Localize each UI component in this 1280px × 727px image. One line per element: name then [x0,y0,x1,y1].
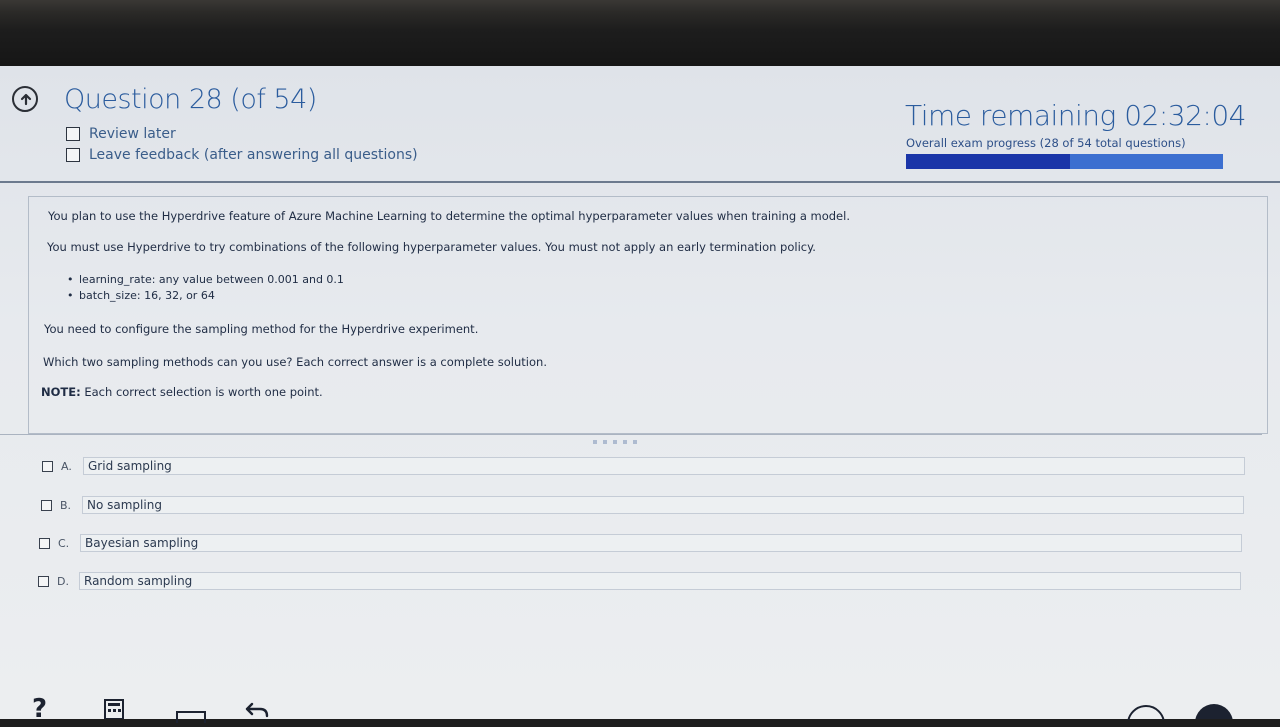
next-button-icon[interactable] [1194,703,1234,727]
question-line-1: You plan to use the Hyperdrive feature o… [48,209,850,223]
progress-bar [906,154,1223,169]
progress-bar-fill [906,154,1071,169]
checkbox-icon[interactable] [66,148,80,162]
monitor-bezel [0,0,1280,70]
drag-handle-icon[interactable] [593,440,637,444]
checkbox-icon[interactable] [42,460,53,472]
option-letter: B. [60,498,72,512]
zoom-icon[interactable] [1126,704,1166,727]
option-text[interactable]: Random sampling [79,572,1241,590]
undo-icon[interactable] [244,700,270,724]
answer-divider [0,434,1262,435]
bullet-item: batch_size: 16, 32, or 64 [67,289,215,302]
question-line-4: Which two sampling methods can you use? … [43,355,547,369]
back-arrow-icon[interactable] [12,86,38,112]
question-title: Question 28 (of 54) [64,84,317,115]
bullet-item: learning_rate: any value between 0.001 a… [67,273,344,286]
option-letter: D. [57,574,69,588]
progress-label: Overall exam progress (28 of 54 total qu… [906,136,1186,150]
calculator-icon[interactable] [104,699,124,723]
option-d[interactable]: D. Random sampling [38,572,1241,590]
time-remaining: Time remaining 02:32:04 [905,99,1247,132]
question-line-2: You must use Hyperdrive to try combinati… [47,240,816,254]
note-line: NOTE: Each correct selection is worth on… [41,385,323,399]
review-later-checkbox[interactable]: Review later [66,126,176,142]
help-icon[interactable]: ? [32,694,47,724]
checkbox-icon[interactable] [41,499,52,511]
leave-feedback-label: Leave feedback (after answering all ques… [89,147,418,163]
exam-screen: Question 28 (of 54) Review later Leave f… [0,66,1280,727]
checkbox-icon[interactable] [39,537,50,549]
option-a[interactable]: A. Grid sampling [42,457,1245,475]
note-text: Each correct selection is worth one poin… [80,385,323,399]
option-letter: A. [61,459,72,473]
leave-feedback-checkbox[interactable]: Leave feedback (after answering all ques… [66,147,418,163]
header-divider [0,181,1280,183]
option-b[interactable]: B. No sampling [41,496,1244,514]
question-line-3: You need to configure the sampling metho… [44,322,479,336]
whiteboard-icon[interactable] [176,708,206,727]
option-text[interactable]: Bayesian sampling [80,534,1242,552]
option-c[interactable]: C. Bayesian sampling [39,534,1242,552]
note-label: NOTE: [41,385,81,399]
question-panel: You plan to use the Hyperdrive feature o… [28,196,1268,434]
option-text[interactable]: No sampling [82,496,1244,514]
checkbox-icon[interactable] [38,575,49,587]
option-letter: C. [58,536,70,550]
option-text[interactable]: Grid sampling [83,457,1245,475]
checkbox-icon[interactable] [66,127,80,141]
review-later-label: Review later [89,126,176,142]
